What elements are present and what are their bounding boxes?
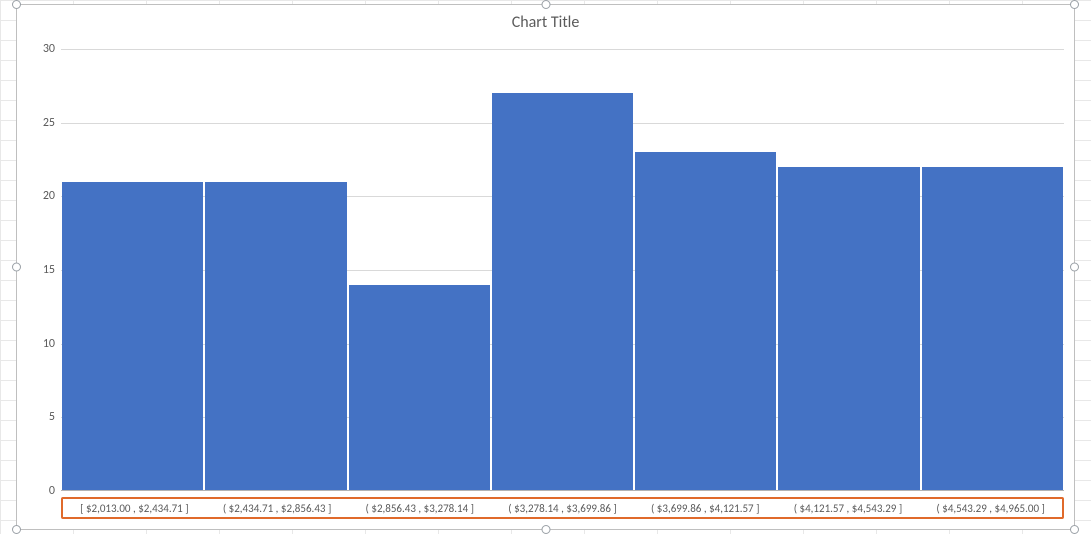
bar-slot — [921, 49, 1064, 491]
y-tick-label: 15 — [27, 263, 55, 277]
resize-handle-sw[interactable] — [12, 525, 21, 534]
bar-slot — [61, 49, 204, 491]
bar-slot — [491, 49, 634, 491]
x-tick-label: ( $3,699.86 , $4,121.57 ] — [634, 502, 777, 515]
bars-group — [61, 49, 1064, 491]
x-tick-label: ( $2,856.43 , $3,278.14 ] — [348, 502, 491, 515]
plot-container: 051015202530 — [61, 49, 1064, 491]
chart-object[interactable]: Chart Title 051015202530 [ $2,013.00 , $… — [16, 4, 1075, 530]
x-tick-label: ( $4,121.57 , $4,543.29 ] — [777, 502, 920, 515]
y-tick-label: 30 — [27, 42, 55, 56]
resize-handle-n[interactable] — [541, 0, 550, 9]
y-tick-label: 20 — [27, 189, 55, 203]
resize-handle-se[interactable] — [1070, 525, 1079, 534]
bar[interactable] — [62, 182, 203, 491]
resize-handle-ne[interactable] — [1070, 0, 1079, 9]
plot-area[interactable]: 051015202530 — [61, 49, 1064, 491]
x-axis-labels[interactable]: [ $2,013.00 , $2,434.71 ]( $2,434.71 , $… — [61, 497, 1064, 519]
y-tick-label: 10 — [27, 337, 55, 351]
resize-handle-s[interactable] — [541, 525, 550, 534]
bar-slot — [777, 49, 920, 491]
resize-handle-e[interactable] — [1070, 263, 1079, 272]
bar[interactable] — [778, 167, 919, 491]
bar[interactable] — [492, 93, 633, 491]
x-tick-label: ( $2,434.71 , $2,856.43 ] — [206, 502, 349, 515]
resize-handle-nw[interactable] — [12, 0, 21, 9]
chart-title[interactable]: Chart Title — [17, 5, 1074, 39]
bar[interactable] — [922, 167, 1063, 491]
y-tick-label: 0 — [27, 484, 55, 498]
bar[interactable] — [635, 152, 776, 491]
y-tick-label: 5 — [27, 410, 55, 424]
bar-slot — [204, 49, 347, 491]
resize-handle-w[interactable] — [12, 263, 21, 272]
x-tick-label: ( $4,543.29 , $4,965.00 ] — [919, 502, 1062, 515]
bar-slot — [348, 49, 491, 491]
bar-slot — [634, 49, 777, 491]
x-tick-label: [ $2,013.00 , $2,434.71 ] — [63, 502, 206, 515]
bar[interactable] — [205, 182, 346, 491]
bar[interactable] — [349, 285, 490, 491]
y-tick-label: 25 — [27, 116, 55, 130]
x-axis-line — [61, 490, 1064, 491]
x-tick-label: ( $3,278.14 , $3,699.86 ] — [491, 502, 634, 515]
